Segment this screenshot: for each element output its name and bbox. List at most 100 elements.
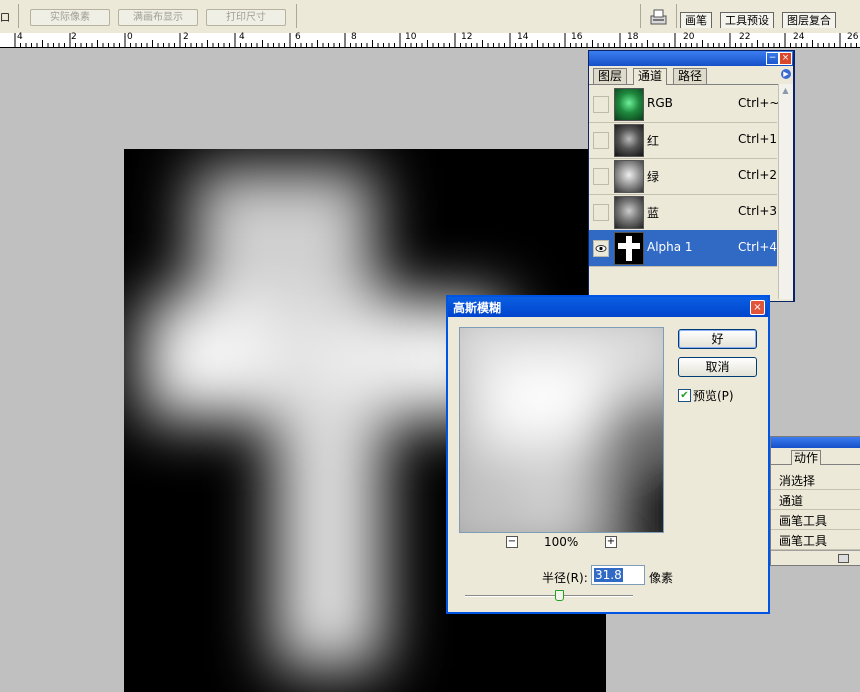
toolbar-separator <box>296 4 297 28</box>
toolbar-separator <box>676 4 677 28</box>
history-item-label: 画笔工具 <box>779 514 828 528</box>
ruler-label: 12 <box>461 32 473 42</box>
channel-row-blue[interactable]: 蓝 Ctrl+3 <box>589 194 777 231</box>
preview-image <box>460 328 663 532</box>
tab-channels[interactable]: 通道 <box>633 68 668 85</box>
tab-actions[interactable]: 动作 <box>791 450 822 465</box>
ruler-label: 2 <box>183 32 189 42</box>
options-bar: 口 实际像素 满画布显示 打印尺寸 画笔 工具预设 图层复合 <box>0 0 860 34</box>
ruler-label: 6 <box>295 32 301 42</box>
history-item[interactable]: 画笔工具 <box>771 510 860 530</box>
radius-unit-label: 像素 <box>649 571 674 585</box>
scroll-up-icon[interactable]: ▲ <box>780 85 791 96</box>
history-titlebar[interactable] <box>771 437 860 448</box>
ruler-label: 22 <box>739 32 751 42</box>
channel-shortcut: Ctrl+4 <box>738 240 778 254</box>
close-icon[interactable]: × <box>750 300 765 315</box>
horizontal-ruler: 4 2 0 2 4 6 8 10 12 14 16 18 20 22 24 26 <box>0 32 860 48</box>
channel-shortcut: Ctrl+3 <box>738 204 778 218</box>
channel-row-alpha-1[interactable]: Alpha 1 Ctrl+4 <box>589 230 777 267</box>
channel-name: RGB <box>647 96 673 110</box>
history-item[interactable]: 画笔工具 <box>771 530 860 550</box>
visibility-toggle[interactable] <box>593 132 609 149</box>
history-item-label: 画笔工具 <box>779 534 828 548</box>
panel-menu-icon[interactable]: ▶ <box>781 69 791 79</box>
channel-thumbnail <box>614 232 644 265</box>
new-document-icon[interactable] <box>838 554 849 563</box>
channels-tab-row: 图层 通道 路径 ▶ <box>589 66 793 85</box>
zoom-value: 100% <box>544 535 579 549</box>
options-bar-fragment: 口 <box>0 13 10 24</box>
tab-paths[interactable]: 路径 <box>673 68 708 84</box>
ruler-label: 16 <box>571 32 583 42</box>
radius-slider-thumb[interactable] <box>554 590 564 601</box>
zoom-in-button[interactable]: + <box>605 536 617 548</box>
history-item-label: 消选择 <box>779 474 816 488</box>
dialog-title: 高斯模糊 <box>453 301 502 315</box>
minimize-icon[interactable]: − <box>766 52 779 65</box>
print-size-button[interactable]: 打印尺寸 <box>206 9 286 26</box>
channel-row-red[interactable]: 红 Ctrl+1 <box>589 122 777 159</box>
ruler-label: 2 <box>71 32 77 42</box>
toolbar-separator <box>18 4 19 28</box>
history-footer <box>771 550 860 565</box>
history-item[interactable]: 消选择 <box>771 470 860 490</box>
ruler-label: 24 <box>793 32 805 42</box>
ruler-label: 26 <box>847 32 859 42</box>
eye-icon <box>595 245 607 252</box>
ruler-label: 4 <box>17 32 23 42</box>
channel-name: 绿 <box>647 170 660 184</box>
channel-name: 蓝 <box>647 206 660 220</box>
preview-checkbox[interactable]: ✔ <box>678 389 691 402</box>
channel-name: 红 <box>647 134 660 148</box>
preview-window[interactable] <box>459 327 664 533</box>
palette-well-icon[interactable] <box>649 8 669 26</box>
channel-thumbnail <box>614 124 644 157</box>
channel-shortcut: Ctrl+~ <box>738 96 780 110</box>
visibility-toggle[interactable] <box>593 204 609 221</box>
actual-pixels-button[interactable]: 实际像素 <box>30 9 110 26</box>
ruler-label: 8 <box>351 32 357 42</box>
radius-label: 半径(R): <box>542 571 588 585</box>
fit-screen-button[interactable]: 满画布显示 <box>118 9 198 26</box>
ruler-label: 18 <box>627 32 639 42</box>
zoom-out-button[interactable]: − <box>506 536 518 548</box>
tab-layers[interactable]: 图层 <box>593 68 628 84</box>
channel-thumbnail <box>614 196 644 229</box>
cross-thumbnail-image <box>618 236 640 261</box>
ruler-label: 0 <box>127 32 133 42</box>
channel-thumbnail <box>614 88 644 121</box>
ok-button[interactable]: 好 <box>678 329 757 349</box>
channels-scrollbar[interactable]: ▲ <box>778 84 793 299</box>
channel-shortcut: Ctrl+1 <box>738 132 778 146</box>
preview-label: 预览(P) <box>693 389 734 403</box>
channel-shortcut: Ctrl+2 <box>738 168 778 182</box>
tool-presets-well-tab[interactable]: 工具预设 <box>720 12 774 28</box>
channels-panel: − × 图层 通道 路径 ▶ RGB Ctrl+~ 红 Ctrl+1 绿 Ctr… <box>588 50 795 302</box>
close-icon[interactable]: × <box>779 52 792 65</box>
channel-name: Alpha 1 <box>647 240 693 254</box>
visibility-toggle[interactable] <box>593 96 609 113</box>
history-tab-row: 动作 <box>771 448 860 465</box>
brushes-well-tab[interactable]: 画笔 <box>680 12 712 28</box>
channels-titlebar[interactable]: − × <box>589 51 793 66</box>
actions-history-panel: 动作 消选择 通道 画笔工具 画笔工具 <box>770 436 860 566</box>
channel-row-green[interactable]: 绿 Ctrl+2 <box>589 158 777 195</box>
cancel-button[interactable]: 取消 <box>678 357 757 377</box>
visibility-toggle[interactable] <box>593 240 609 257</box>
channel-row-rgb[interactable]: RGB Ctrl+~ <box>589 86 780 123</box>
radius-value: 31.8 <box>594 568 623 582</box>
ruler-label: 10 <box>405 32 417 42</box>
dialog-titlebar[interactable]: 高斯模糊 × <box>448 297 768 317</box>
visibility-toggle[interactable] <box>593 168 609 185</box>
history-item[interactable]: 通道 <box>771 490 860 510</box>
radius-slider-track[interactable] <box>465 595 633 597</box>
toolbar-separator <box>640 4 641 28</box>
ruler-label: 4 <box>239 32 245 42</box>
ruler-label: 14 <box>517 32 529 42</box>
history-item-label: 通道 <box>779 494 804 508</box>
ruler-label: 20 <box>683 32 695 42</box>
layer-comps-well-tab[interactable]: 图层复合 <box>782 12 836 28</box>
gaussian-blur-dialog: 高斯模糊 × 好 取消 ✔ 预览(P) − 100% + 半径(R): 31.8… <box>446 295 770 614</box>
radius-input[interactable]: 31.8 <box>591 565 645 585</box>
